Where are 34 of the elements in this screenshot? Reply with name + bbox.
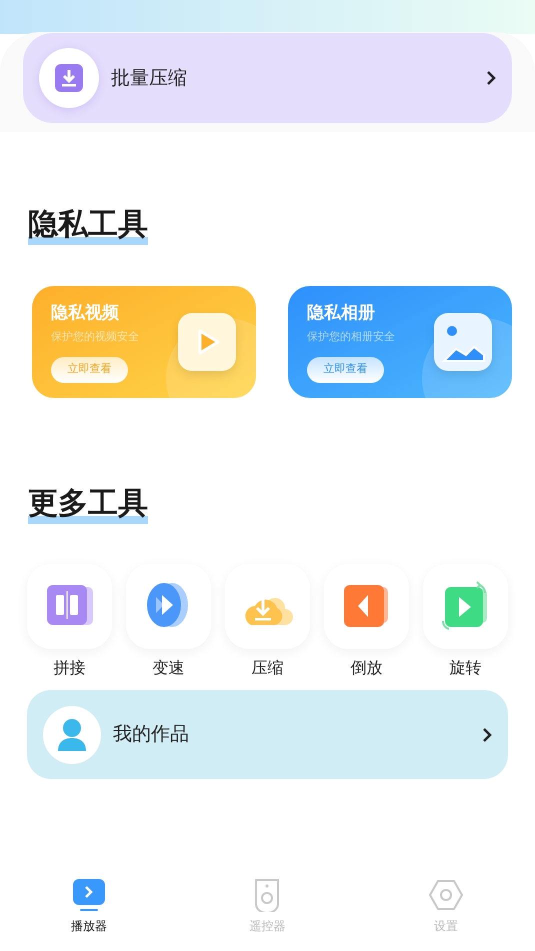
batch-compress-card[interactable]: 批量压缩 <box>23 33 512 123</box>
my-works-card[interactable]: 我的作品 <box>27 690 508 779</box>
tab-label: 播放器 <box>71 918 108 934</box>
tab-label: 遥控器 <box>249 918 286 934</box>
play-icon <box>178 313 236 371</box>
tab[interactable]: 遥控器 <box>178 878 357 934</box>
tool-label: 变速 <box>152 658 184 678</box>
card-title: 隐私相册 <box>307 302 375 324</box>
tab[interactable]: 播放器 <box>0 878 178 934</box>
tool-label: 倒放 <box>350 658 382 678</box>
view-now-button[interactable]: 立即查看 <box>307 356 384 382</box>
tool-tile[interactable] <box>126 564 211 649</box>
privacy-card[interactable]: 隐私视频 保护您的视频安全 立即查看 <box>32 286 256 398</box>
card-subtitle: 保护您的视频安全 <box>51 330 139 344</box>
privacy-card[interactable]: 隐私相册 保护您的相册安全 立即查看 <box>288 286 512 398</box>
chevron-right-icon <box>486 70 496 86</box>
tool-tile[interactable] <box>225 564 310 649</box>
player-icon <box>72 878 106 912</box>
tab[interactable]: 设置 <box>356 878 535 934</box>
settings-icon <box>428 878 463 912</box>
chevron-right-icon <box>482 726 492 742</box>
tool-tile[interactable] <box>423 564 508 649</box>
my-works-label: 我的作品 <box>113 722 190 748</box>
image-icon <box>434 313 492 371</box>
tool-label: 拼接 <box>54 658 86 678</box>
batch-compress-label: 批量压缩 <box>111 66 188 91</box>
tool-tile[interactable] <box>324 564 409 649</box>
card-title: 隐私视频 <box>51 302 119 324</box>
tool-tile[interactable] <box>27 564 112 649</box>
tool-label: 旋转 <box>450 658 482 678</box>
card-subtitle: 保护您的相册安全 <box>307 330 395 344</box>
tab-label: 设置 <box>434 918 458 934</box>
tool-label: 压缩 <box>252 658 284 678</box>
view-now-button[interactable]: 立即查看 <box>51 356 128 382</box>
